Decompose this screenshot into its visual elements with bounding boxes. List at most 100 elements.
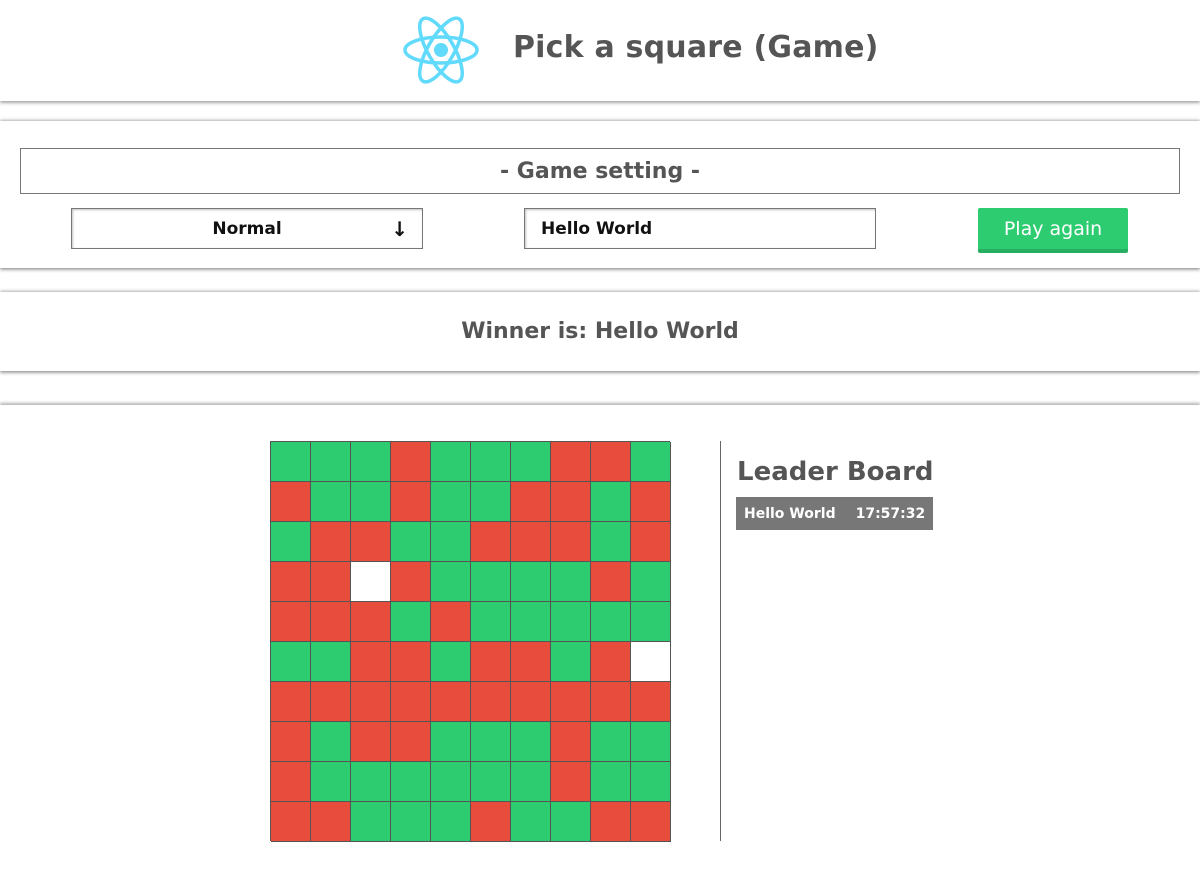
board-cell[interactable] <box>471 722 511 762</box>
board-cell[interactable] <box>591 642 631 682</box>
player-name-input[interactable] <box>524 208 876 249</box>
board-cell[interactable] <box>631 602 671 642</box>
board-cell[interactable] <box>471 562 511 602</box>
board-cell[interactable] <box>591 522 631 562</box>
board-cell[interactable] <box>551 802 591 842</box>
board-cell[interactable] <box>431 442 471 482</box>
board-cell[interactable] <box>551 442 591 482</box>
board-cell[interactable] <box>271 642 311 682</box>
board-cell[interactable] <box>271 482 311 522</box>
board-cell[interactable] <box>591 722 631 762</box>
board-cell[interactable] <box>351 762 391 802</box>
board-cell[interactable] <box>391 762 431 802</box>
board-cell[interactable] <box>591 802 631 842</box>
difficulty-select[interactable]: Normal ↓ <box>71 208 423 249</box>
board-cell[interactable] <box>511 722 551 762</box>
board-cell[interactable] <box>351 642 391 682</box>
board-cell[interactable] <box>391 522 431 562</box>
board-cell[interactable] <box>591 442 631 482</box>
board-cell[interactable] <box>511 682 551 722</box>
board-cell[interactable] <box>391 682 431 722</box>
board-cell[interactable] <box>551 482 591 522</box>
board-cell[interactable] <box>511 442 551 482</box>
board-cell[interactable] <box>471 762 511 802</box>
board-cell[interactable] <box>511 562 551 602</box>
board-cell[interactable] <box>631 562 671 602</box>
board-cell[interactable] <box>271 762 311 802</box>
board-cell[interactable] <box>391 722 431 762</box>
board-cell[interactable] <box>391 482 431 522</box>
board-cell[interactable] <box>631 722 671 762</box>
board-cell[interactable] <box>351 722 391 762</box>
board-cell[interactable] <box>631 802 671 842</box>
board-cell[interactable] <box>471 522 511 562</box>
board-cell[interactable] <box>351 602 391 642</box>
board-cell[interactable] <box>311 602 351 642</box>
board-cell[interactable] <box>631 762 671 802</box>
board-cell[interactable] <box>551 682 591 722</box>
board-cell[interactable] <box>311 562 351 602</box>
board-cell[interactable] <box>631 482 671 522</box>
board-cell[interactable] <box>431 762 471 802</box>
board-cell[interactable] <box>511 482 551 522</box>
board-cell[interactable] <box>551 522 591 562</box>
board-cell[interactable] <box>511 522 551 562</box>
board-cell[interactable] <box>471 802 511 842</box>
board-cell[interactable] <box>271 442 311 482</box>
board-cell[interactable] <box>351 562 391 602</box>
board-cell[interactable] <box>311 482 351 522</box>
board-cell[interactable] <box>431 602 471 642</box>
board-cell[interactable] <box>511 602 551 642</box>
board-cell[interactable] <box>311 682 351 722</box>
board-cell[interactable] <box>311 642 351 682</box>
board-cell[interactable] <box>471 602 511 642</box>
board-cell[interactable] <box>511 762 551 802</box>
board-cell[interactable] <box>591 602 631 642</box>
board-cell[interactable] <box>471 482 511 522</box>
board-cell[interactable] <box>591 562 631 602</box>
board-cell[interactable] <box>311 722 351 762</box>
board-cell[interactable] <box>271 682 311 722</box>
board-cell[interactable] <box>271 722 311 762</box>
board-cell[interactable] <box>471 442 511 482</box>
board-cell[interactable] <box>591 482 631 522</box>
board-cell[interactable] <box>351 482 391 522</box>
board-cell[interactable] <box>351 802 391 842</box>
board-cell[interactable] <box>311 802 351 842</box>
board-cell[interactable] <box>311 442 351 482</box>
board-cell[interactable] <box>431 722 471 762</box>
board-cell[interactable] <box>631 642 671 682</box>
board-cell[interactable] <box>391 802 431 842</box>
board-cell[interactable] <box>551 562 591 602</box>
board-cell[interactable] <box>431 682 471 722</box>
board-cell[interactable] <box>631 442 671 482</box>
board-cell[interactable] <box>591 762 631 802</box>
board-cell[interactable] <box>551 602 591 642</box>
board-cell[interactable] <box>431 562 471 602</box>
board-cell[interactable] <box>271 562 311 602</box>
board-cell[interactable] <box>351 522 391 562</box>
board-cell[interactable] <box>311 762 351 802</box>
board-cell[interactable] <box>391 562 431 602</box>
board-cell[interactable] <box>351 442 391 482</box>
board-cell[interactable] <box>511 802 551 842</box>
board-cell[interactable] <box>551 722 591 762</box>
board-cell[interactable] <box>631 522 671 562</box>
board-cell[interactable] <box>271 802 311 842</box>
board-cell[interactable] <box>471 682 511 722</box>
board-cell[interactable] <box>631 682 671 722</box>
board-cell[interactable] <box>391 602 431 642</box>
play-again-button[interactable]: Play again <box>978 208 1128 253</box>
board-cell[interactable] <box>391 442 431 482</box>
board-cell[interactable] <box>591 682 631 722</box>
board-cell[interactable] <box>391 642 431 682</box>
board-cell[interactable] <box>511 642 551 682</box>
board-cell[interactable] <box>271 602 311 642</box>
board-cell[interactable] <box>271 522 311 562</box>
board-cell[interactable] <box>551 642 591 682</box>
board-cell[interactable] <box>431 642 471 682</box>
board-cell[interactable] <box>431 802 471 842</box>
board-cell[interactable] <box>431 522 471 562</box>
board-cell[interactable] <box>471 642 511 682</box>
board-cell[interactable] <box>551 762 591 802</box>
